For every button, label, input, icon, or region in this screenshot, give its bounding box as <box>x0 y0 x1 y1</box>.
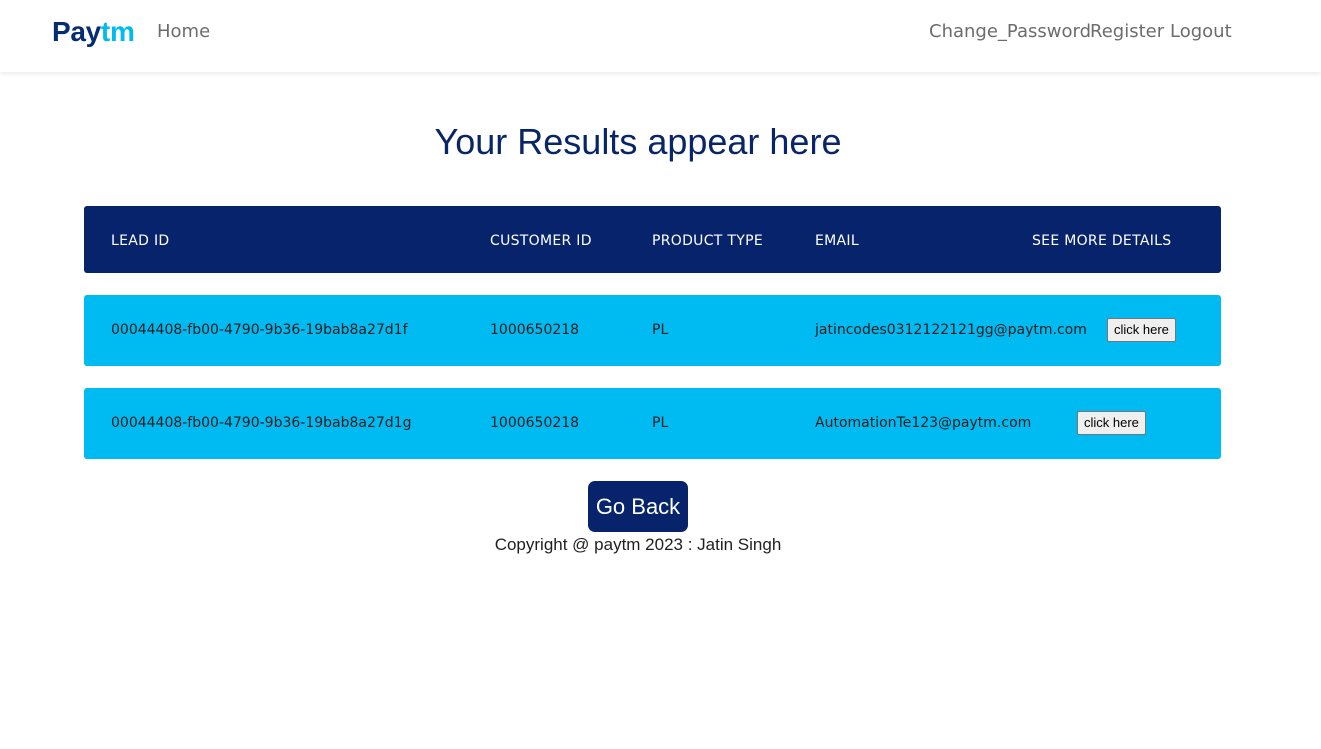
nav-change-password-link[interactable]: Change_Password <box>929 20 1091 44</box>
results-table-header: LEAD ID CUSTOMER ID PRODUCT TYPE EMAIL S… <box>84 206 1221 273</box>
table-row: 00044408-fb00-4790-9b36-19bab8a27d1f 100… <box>84 295 1221 366</box>
cell-product-type: PL <box>652 322 669 338</box>
header-email: EMAIL <box>815 233 859 249</box>
logo-tm-text: tm <box>100 16 135 47</box>
top-navbar: Paytm Home Change_Password Register Logo… <box>0 0 1321 72</box>
copyright-text: Copyright @ paytm 2023 : Jatin Singh <box>494 535 782 554</box>
header-customer-id: CUSTOMER ID <box>490 233 592 249</box>
cell-lead-id: 00044408-fb00-4790-9b36-19bab8a27d1f <box>111 322 408 338</box>
go-back-button[interactable]: Go Back <box>588 481 688 532</box>
header-product-type: PRODUCT TYPE <box>652 233 763 249</box>
paytm-logo[interactable]: Paytm <box>52 14 135 50</box>
cell-lead-id: 00044408-fb00-4790-9b36-19bab8a27d1g <box>111 415 412 431</box>
table-row: 00044408-fb00-4790-9b36-19bab8a27d1g 100… <box>84 388 1221 459</box>
cell-customer-id: 1000650218 <box>490 322 580 338</box>
logo-pay-text: Pay <box>52 16 101 47</box>
nav-register-link[interactable]: Register <box>1090 20 1164 44</box>
cell-customer-id: 1000650218 <box>490 415 580 431</box>
cell-product-type: PL <box>652 415 669 431</box>
nav-logout-link[interactable]: Logout <box>1170 20 1232 44</box>
header-see-more-details: SEE MORE DETAILS <box>1032 233 1172 249</box>
nav-home-link[interactable]: Home <box>157 20 210 44</box>
see-details-button[interactable]: click here <box>1107 318 1176 342</box>
header-lead-id: LEAD ID <box>111 233 170 249</box>
cell-email: jatincodes0312122121gg@paytm.com <box>815 322 1087 338</box>
cell-email: AutomationTe123@paytm.com <box>815 415 1032 431</box>
page-title: Your Results appear here <box>434 121 842 162</box>
see-details-button[interactable]: click here <box>1077 411 1146 435</box>
